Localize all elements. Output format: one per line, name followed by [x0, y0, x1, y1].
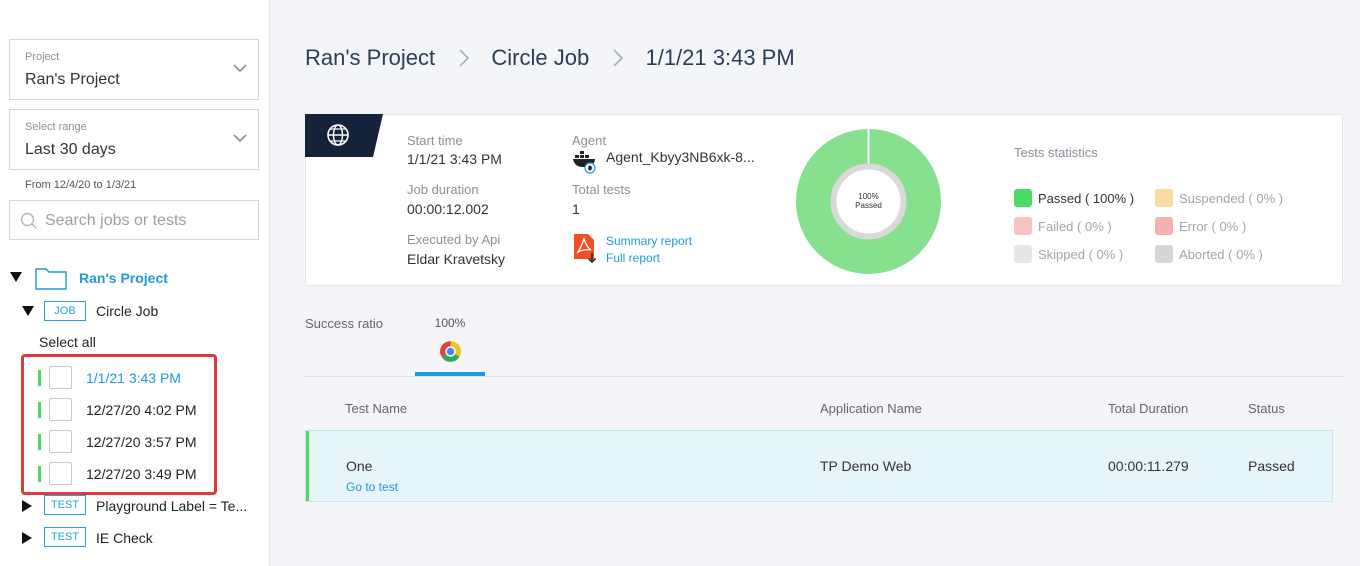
- go-to-test-link[interactable]: Go to test: [346, 480, 398, 494]
- chevron-right-icon: [613, 49, 624, 67]
- ratio-tabs: Success ratio 100%: [305, 306, 1343, 378]
- duration-cell: 00:00:11.279: [1108, 458, 1189, 474]
- success-ratio-label: Success ratio: [305, 316, 384, 331]
- test-name-cell: One: [346, 458, 373, 474]
- globe-icon: [305, 114, 383, 157]
- expand-test-toggle[interactable]: [22, 532, 32, 544]
- duration-label: Job duration: [407, 182, 479, 197]
- chrome-icon: [440, 341, 461, 362]
- legend-label: Aborted ( 0% ): [1179, 247, 1263, 262]
- chrome-ratio: 100%: [434, 316, 466, 330]
- sidebar: Project Ran's Project Select range Last …: [0, 0, 270, 566]
- executed-value: Eldar Kravetsky: [407, 251, 506, 267]
- search-input[interactable]: [45, 209, 250, 233]
- full-report-link[interactable]: Full report: [606, 251, 660, 265]
- tabs-divider: [305, 376, 1343, 377]
- select-all-link[interactable]: Select all: [39, 334, 96, 350]
- agent-value: Agent_Kbyy3NB6xk-8...: [606, 149, 755, 165]
- chevron-down-icon: [233, 64, 247, 73]
- expand-test-toggle[interactable]: [22, 500, 32, 512]
- legend-swatch: [1155, 189, 1173, 207]
- executed-label: Executed by Api: [407, 232, 501, 247]
- legend-swatch: [1014, 245, 1032, 263]
- application-cell: TP Demo Web: [820, 458, 912, 474]
- legend-label: Error ( 0% ): [1179, 219, 1247, 234]
- stats-title: Tests statistics: [1014, 145, 1098, 160]
- tree-test-name[interactable]: IE Check: [96, 530, 153, 546]
- legend-label: Skipped ( 0% ): [1038, 247, 1124, 262]
- tree-project-name[interactable]: Ran's Project: [79, 270, 168, 286]
- summary-report-link[interactable]: Summary report: [606, 234, 692, 248]
- duration-value: 00:00:12.002: [407, 201, 489, 217]
- test-tag: TEST: [44, 527, 86, 547]
- legend-label: Suspended ( 0% ): [1179, 191, 1284, 206]
- search-icon: [20, 212, 37, 229]
- legend-label: Failed ( 0% ): [1038, 219, 1112, 234]
- success-donut-chart: 100% Passed: [796, 129, 941, 274]
- expand-job-toggle[interactable]: [22, 306, 34, 316]
- breadcrumb-job[interactable]: Circle Job: [491, 45, 589, 70]
- donut-status: Passed: [855, 201, 882, 210]
- legend-label: Passed ( 100% ): [1038, 191, 1135, 206]
- project-select-value: Ran's Project: [25, 71, 120, 88]
- range-note: From 12/4/20 to 1/3/21: [25, 179, 137, 191]
- tab-chrome[interactable]: 100%: [415, 306, 485, 376]
- breadcrumb: Ran's Project Circle Job 1/1/21 3:43 PM: [305, 44, 795, 71]
- search-box[interactable]: [9, 200, 259, 240]
- column-header-test-name[interactable]: Test Name: [345, 401, 407, 416]
- total-tests-value: 1: [572, 201, 580, 217]
- agent-label: Agent: [572, 133, 606, 148]
- job-tag: JOB: [44, 301, 86, 321]
- test-tag: TEST: [44, 495, 86, 515]
- donut-percent: 100%: [858, 192, 878, 201]
- pdf-download-icon[interactable]: [573, 233, 599, 265]
- table-row[interactable]: One Go to test TP Demo Web 00:00:11.279 …: [305, 430, 1333, 502]
- range-select[interactable]: Select range Last 30 days: [9, 109, 259, 170]
- breadcrumb-run: 1/1/21 3:43 PM: [645, 45, 795, 71]
- start-time-value: 1/1/21 3:43 PM: [407, 151, 502, 167]
- tree-job-name[interactable]: Circle Job: [96, 303, 158, 319]
- project-select[interactable]: Project Ran's Project: [9, 39, 259, 100]
- range-select-value: Last 30 days: [25, 141, 116, 158]
- chevron-right-icon: [459, 49, 470, 67]
- column-header-status[interactable]: Status: [1248, 401, 1285, 416]
- legend-swatch: [1014, 189, 1032, 207]
- column-header-duration[interactable]: Total Duration: [1108, 401, 1188, 416]
- folder-icon: [35, 268, 67, 290]
- tree-test-name[interactable]: Playground Label = Te...: [96, 498, 247, 514]
- legend-swatch: [1014, 217, 1032, 235]
- row-status-bar: [306, 431, 309, 501]
- column-header-application[interactable]: Application Name: [820, 401, 922, 416]
- total-tests-label: Total tests: [572, 182, 631, 197]
- breadcrumb-project[interactable]: Ran's Project: [305, 45, 435, 70]
- expand-project-toggle[interactable]: [10, 272, 22, 282]
- legend-swatch: [1155, 245, 1173, 263]
- start-time-label: Start time: [407, 133, 463, 148]
- range-select-label: Select range: [25, 121, 87, 133]
- chevron-down-icon: [233, 134, 247, 143]
- highlight-box: [21, 354, 217, 495]
- summary-card: Start time 1/1/21 3:43 PM Job duration 0…: [305, 114, 1343, 286]
- legend-swatch: [1155, 217, 1173, 235]
- project-select-label: Project: [25, 51, 60, 63]
- status-cell: Passed: [1248, 458, 1295, 474]
- docker-linux-icon: [573, 151, 596, 174]
